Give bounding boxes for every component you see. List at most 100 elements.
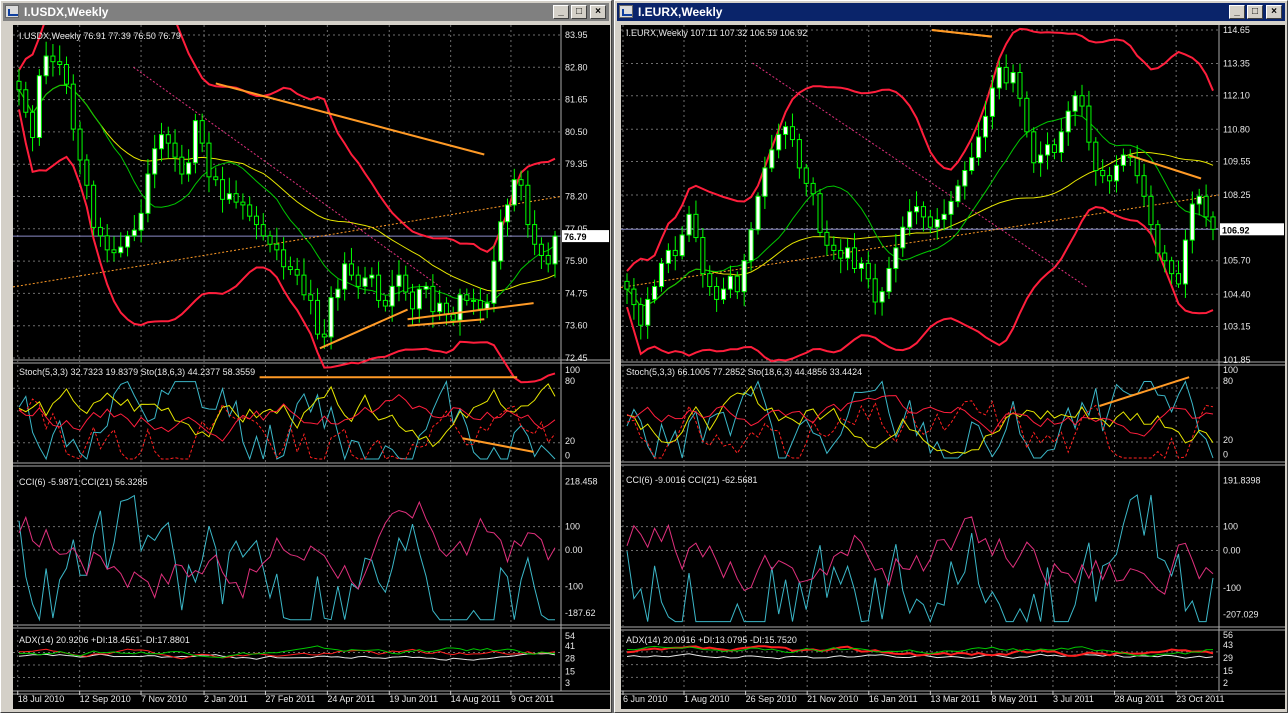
minimize-icon[interactable]: _ — [1229, 5, 1245, 19]
date-label: 8 May 2011 — [991, 694, 1037, 704]
indicator-tick: -207.029 — [1223, 610, 1259, 620]
candle-body — [1072, 95, 1078, 112]
candle-body — [315, 299, 321, 335]
candle-body — [1113, 164, 1120, 182]
candle-body — [403, 274, 409, 293]
candle-body — [1203, 195, 1209, 218]
price-tick: 82.80 — [565, 62, 588, 72]
price-tick: 110.80 — [1223, 124, 1250, 134]
candle-body — [907, 211, 913, 228]
candle-body — [700, 237, 706, 275]
date-label: 19 Jun 2011 — [389, 694, 438, 704]
price-tick: 103.15 — [1223, 321, 1251, 331]
indicator-tick: 43 — [1223, 640, 1233, 650]
candle-body — [1134, 157, 1140, 177]
chart-area[interactable]: I.EURX,Weekly 107.11 107.32 106.59 106.9… — [621, 25, 1285, 709]
candle-body — [803, 167, 809, 184]
candle-body — [783, 126, 789, 135]
indicator-tick: 2 — [1223, 678, 1228, 688]
candle-body — [437, 302, 443, 313]
candle-body — [138, 212, 144, 231]
price-tick: 75.90 — [565, 256, 588, 266]
candle-body — [1210, 216, 1216, 230]
current-price-label: 106.92 — [1222, 225, 1250, 235]
indicator-tick: 15 — [1223, 666, 1233, 676]
diagonal-dotted-line — [752, 62, 1088, 288]
cci-label: CCI(6) -5.9871 CCI(21) 56.3285 — [19, 477, 148, 487]
maximize-icon[interactable]: □ — [571, 5, 587, 19]
indicator-lines — [13, 25, 562, 661]
candle-body — [321, 333, 327, 338]
main-label: I.EURX,Weekly 107.11 107.32 106.59 106.9… — [626, 28, 807, 38]
candle-body — [1038, 154, 1044, 164]
candle-body — [645, 298, 651, 326]
price-tick: 79.35 — [565, 159, 588, 169]
candle-body — [518, 179, 524, 186]
trend-line — [215, 82, 485, 156]
date-label: 27 Feb 2011 — [265, 694, 315, 704]
candle-body — [30, 111, 36, 139]
candle-body — [1196, 195, 1202, 205]
candle-body — [220, 179, 226, 200]
eurx-chart-window[interactable]: I.EURX,Weekly _ □ × I.EURX,Weekly 107.11… — [614, 0, 1288, 713]
title-bar[interactable]: I.USDX,Weekly _ □ × — [3, 3, 609, 21]
candle-body — [872, 278, 878, 303]
candle-body — [253, 215, 259, 226]
candle-body — [172, 142, 178, 158]
candle-body — [328, 297, 334, 338]
title-bar[interactable]: I.EURX,Weekly _ □ × — [617, 3, 1285, 21]
candle-body — [982, 115, 989, 138]
trend-line — [407, 302, 534, 321]
date-label: 23 Oct 2011 — [1176, 694, 1224, 704]
price-tick: 104.40 — [1223, 289, 1251, 299]
candle-body — [504, 204, 511, 223]
close-icon[interactable]: × — [1266, 5, 1282, 19]
candle-body — [686, 213, 692, 236]
stoch-slow-line — [18, 383, 556, 448]
close-icon[interactable]: × — [590, 5, 606, 19]
maximize-icon[interactable]: □ — [1247, 5, 1263, 19]
price-tick: 105.70 — [1223, 256, 1251, 266]
price-tick: 81.65 — [565, 95, 588, 105]
cci-slow-line — [626, 516, 1214, 595]
candle-body — [23, 89, 29, 113]
date-label: 12 Sep 2010 — [80, 694, 131, 704]
chart-area[interactable]: I.USDX,Weekly 76.91 77.39 76.50 76.79 St… — [13, 25, 610, 709]
price-tick: 78.20 — [565, 192, 588, 202]
adx-line — [18, 652, 556, 661]
minimize-icon[interactable]: _ — [553, 5, 569, 19]
candle-body — [776, 133, 782, 151]
candle-body — [1024, 97, 1030, 133]
chart-canvas[interactable]: I.EURX,Weekly 107.11 107.32 106.59 106.9… — [621, 25, 1285, 709]
candle-body — [152, 148, 158, 175]
stoch-fast-line — [626, 380, 1214, 460]
candle-body — [91, 184, 97, 228]
bollinger-upper — [626, 27, 1214, 272]
candle-body — [532, 224, 538, 245]
price-tick: 114.65 — [1223, 25, 1250, 35]
candle-body — [1148, 195, 1154, 226]
candle-body — [57, 61, 63, 65]
candle-body — [1107, 175, 1113, 182]
chart-canvas[interactable]: I.USDX,Weekly 76.91 77.39 76.50 76.79 St… — [13, 25, 610, 709]
adx-label: ADX(14) 20.9206 +DI:18.4561 -DI:17.8801 — [19, 635, 190, 645]
candle-body — [179, 156, 185, 175]
candle-body — [707, 273, 713, 288]
candle-body — [755, 195, 761, 231]
candle-body — [77, 128, 83, 161]
usdx-chart-window[interactable]: I.USDX,Weekly _ □ × I.USDX,Weekly 76.91 … — [0, 0, 612, 713]
candle-body — [355, 274, 361, 287]
candle-body — [1003, 66, 1009, 84]
current-price-label: 76.79 — [564, 232, 587, 242]
candle-body — [831, 244, 837, 251]
candle-body — [796, 139, 802, 169]
indicator-tick: -187.62 — [565, 608, 596, 618]
indicator-tick: 3 — [565, 678, 570, 688]
candle-body — [301, 274, 307, 296]
candle-body — [934, 218, 940, 228]
candle-body — [281, 249, 287, 268]
di-plus-line — [19, 645, 556, 659]
candle-body — [817, 193, 823, 233]
indicator-tick: 0 — [1223, 450, 1228, 460]
candle-body — [430, 285, 436, 313]
